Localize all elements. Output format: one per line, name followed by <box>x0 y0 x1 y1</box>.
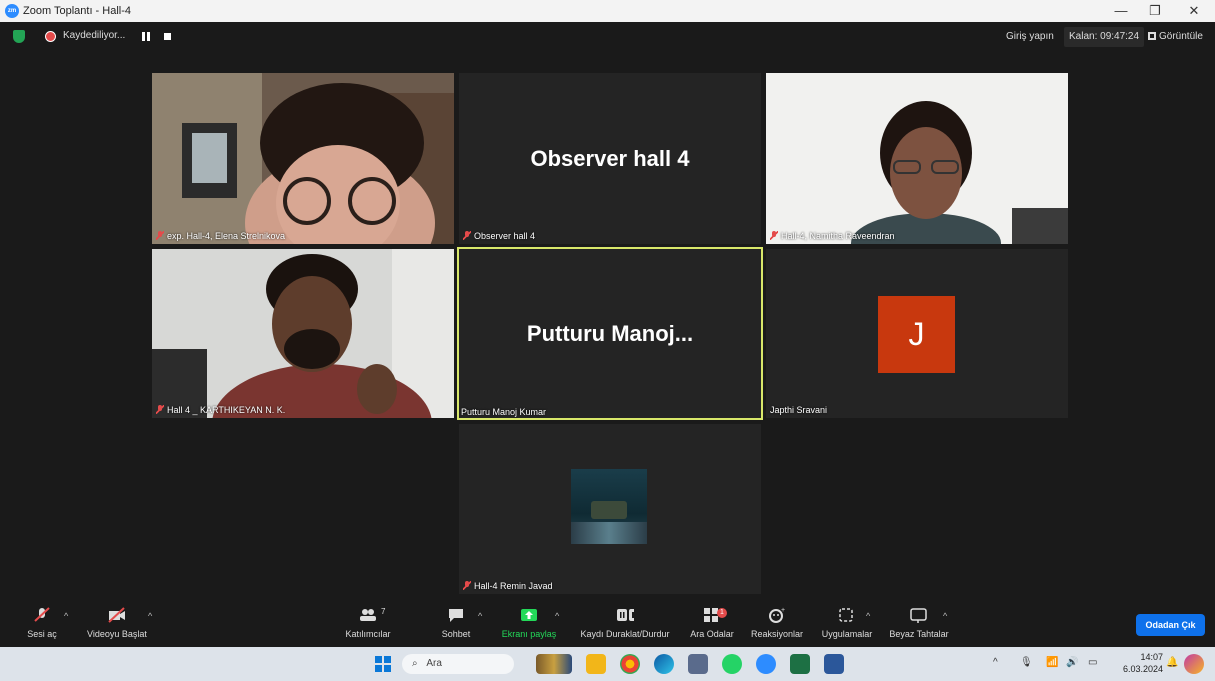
share-options-chevron-icon[interactable]: ^ <box>555 611 559 621</box>
breakout-rooms-button[interactable]: 1 Ara Odalar <box>687 607 737 639</box>
zoom-app-icon: zm <box>5 4 19 18</box>
participant-display-name: Observer hall 4 <box>530 145 690 171</box>
apps-icon <box>839 608 853 622</box>
mic-muted-icon <box>156 405 164 414</box>
participants-icon <box>360 609 376 621</box>
mic-muted-icon <box>770 231 778 240</box>
tray-chevron-icon[interactable]: ^ <box>993 657 998 668</box>
unmute-button[interactable]: Sesi aç <box>22 607 62 639</box>
breakout-badge: 1 <box>717 608 727 618</box>
video-tile-namitha[interactable]: Hall-4, Namitha Raveendran <box>766 73 1068 244</box>
taskbar-clock[interactable]: 14:07 6.03.2024 <box>1123 651 1163 675</box>
avatar: J <box>878 296 955 373</box>
participant-name: Hall-4 Remin Javad <box>463 581 553 591</box>
video-tile-japthi[interactable]: J Japthi Sravani <box>766 249 1068 418</box>
recording-label: Kaydediliyor... <box>63 30 126 41</box>
word-icon[interactable] <box>824 654 844 674</box>
leave-button[interactable]: Odadan Çık <box>1136 614 1205 636</box>
video-tile-remin[interactable]: Hall-4 Remin Javad <box>459 424 761 594</box>
record-controls-icon <box>617 609 639 621</box>
participant-name: Hall-4, Namitha Raveendran <box>770 231 895 241</box>
whatsapp-icon[interactable] <box>722 654 742 674</box>
search-icon: ⌕ <box>412 658 418 669</box>
pause-stop-recording-button[interactable]: Kaydı Duraklat/Durdur <box>573 607 677 639</box>
search-placeholder: Ara <box>426 658 442 669</box>
participants-button[interactable]: 7 Katılımcılar <box>340 607 396 639</box>
profile-picture <box>571 469 647 544</box>
mic-muted-icon <box>156 231 164 240</box>
mic-muted-icon <box>463 231 471 240</box>
whiteboard-icon <box>910 608 927 623</box>
copilot-icon[interactable] <box>1184 654 1204 674</box>
video-tile-observer[interactable]: Observer hall 4 Observer hall 4 <box>459 73 761 244</box>
participant-name: exp. Hall-4, Elena Strelnikova <box>156 231 285 241</box>
os-taskbar: ⌕ Ara ^ 🎙 📶 🔊 ▭ 14:07 6.03.2024 🔔 <box>0 647 1215 681</box>
minimize-icon[interactable]: — <box>1107 2 1135 20</box>
participant-name: Japthi Sravani <box>770 405 828 415</box>
participant-name: Observer hall 4 <box>463 231 535 241</box>
video-tile-putturu[interactable]: Putturu Manoj... Putturu Manoj Kumar <box>457 247 763 420</box>
mic-muted-icon <box>34 607 50 622</box>
tray-mic-icon[interactable]: 🎙 <box>1020 657 1033 668</box>
edge-icon[interactable] <box>654 654 674 674</box>
whiteboard-options-chevron-icon[interactable]: ^ <box>943 611 947 621</box>
reactions-icon: + <box>769 607 785 623</box>
mic-muted-icon <box>463 581 471 590</box>
excel-icon[interactable] <box>790 654 810 674</box>
video-options-chevron-icon[interactable]: ^ <box>148 611 152 621</box>
participant-video <box>152 73 454 244</box>
view-button[interactable]: Görüntüle <box>1148 27 1203 47</box>
video-off-icon <box>108 607 125 623</box>
taskbar-search[interactable]: ⌕ Ara <box>402 654 514 674</box>
time-remaining: Kalan: 09:47:24 <box>1064 27 1145 47</box>
grid-icon <box>1148 32 1156 40</box>
restore-icon[interactable]: ❐ <box>1141 2 1169 20</box>
stop-recording-icon[interactable] <box>164 33 171 40</box>
chat-icon <box>449 609 463 622</box>
chat-options-chevron-icon[interactable]: ^ <box>478 611 482 621</box>
meeting-toolbar: Sesi aç ^ Videoyu Başlat ^ 7 Katılımcıla… <box>0 603 1215 647</box>
recording-icon <box>45 31 56 42</box>
participant-name: Putturu Manoj Kumar <box>461 407 547 417</box>
reactions-button[interactable]: + Reaksiyonlar <box>747 607 807 639</box>
view-label: Görüntüle <box>1159 31 1203 42</box>
battery-icon[interactable]: ▭ <box>1088 657 1097 668</box>
window-title: Zoom Toplantı - Hall-4 <box>23 5 132 17</box>
security-shield-icon[interactable] <box>13 30 25 43</box>
notification-bell-icon[interactable]: 🔔 <box>1166 657 1178 668</box>
video-tile-elena[interactable]: exp. Hall-4, Elena Strelnikova <box>152 73 454 244</box>
start-video-button[interactable]: Videoyu Başlat <box>82 607 152 639</box>
file-explorer-icon[interactable] <box>586 654 606 674</box>
clock-date: 6.03.2024 <box>1123 664 1164 674</box>
window-titlebar: zm Zoom Toplantı - Hall-4 — ❐ ✕ <box>0 0 1215 22</box>
participants-count: 7 <box>381 607 386 616</box>
video-tile-karthikeyan[interactable]: Hall 4 _ KARTHIKEYAN N. K. <box>152 249 454 418</box>
apps-options-chevron-icon[interactable]: ^ <box>866 611 870 621</box>
widgets-icon[interactable] <box>536 654 572 674</box>
pause-recording-icon[interactable] <box>141 32 151 41</box>
close-icon[interactable]: ✕ <box>1180 2 1208 20</box>
share-screen-button[interactable]: Ekranı paylaş <box>498 607 560 639</box>
svg-text:+: + <box>781 607 785 614</box>
wifi-icon[interactable]: 📶 <box>1046 657 1058 668</box>
participant-video <box>766 73 1068 244</box>
windows-start-icon[interactable] <box>373 654 393 674</box>
volume-icon[interactable]: 🔊 <box>1066 657 1078 668</box>
audio-options-chevron-icon[interactable]: ^ <box>64 611 68 621</box>
zoom-taskbar-icon[interactable] <box>756 654 776 674</box>
participant-video <box>152 249 454 418</box>
clock-time: 14:07 <box>1140 652 1164 662</box>
chrome-icon[interactable] <box>620 654 640 674</box>
signin-link[interactable]: Giriş yapın <box>1006 31 1054 42</box>
participant-name: Hall 4 _ KARTHIKEYAN N. K. <box>156 405 285 415</box>
participant-display-name: Putturu Manoj... <box>526 320 694 346</box>
chat-button[interactable]: Sohbet <box>438 607 474 639</box>
notepad-icon[interactable] <box>688 654 708 674</box>
share-screen-icon <box>521 609 537 621</box>
meeting-topbar: Kaydediliyor... Giriş yapın Kalan: 09:47… <box>0 22 1215 52</box>
